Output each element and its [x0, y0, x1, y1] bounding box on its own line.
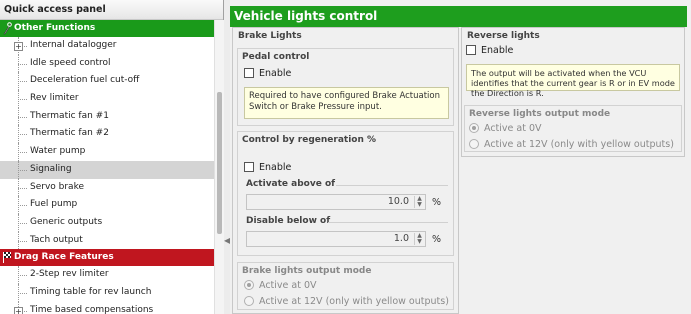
- brake-lights-title: Brake Lights: [238, 31, 302, 41]
- tree-item-label: Servo brake: [30, 181, 84, 192]
- activate-above-input[interactable]: 10.0 ▲ ▼: [246, 194, 426, 210]
- tree-item-label: Water pump: [30, 146, 86, 157]
- pedal-control-group: Pedal control Enable Required to have co…: [237, 48, 454, 126]
- tree-item-thermatic-fan-1[interactable]: Thermatic fan #1: [0, 107, 214, 126]
- tree-item-label: Thermatic fan #2: [30, 128, 109, 139]
- quick-access-title: Quick access panel: [0, 0, 223, 20]
- category-drag-race-features[interactable]: Drag Race Features: [0, 249, 214, 267]
- checkbox[interactable]: [244, 162, 254, 172]
- tree-item-water-pump[interactable]: Water pump: [0, 143, 214, 161]
- divider: [328, 222, 448, 223]
- radio-label: Active at 12V (only with yellow outputs): [484, 138, 674, 150]
- tree-item-fuel-pump[interactable]: Fuel pump: [0, 196, 214, 214]
- tree-item-label: Idle speed control: [30, 57, 111, 68]
- spinner-icon[interactable]: ▲ ▼: [414, 233, 424, 245]
- activate-unit: %: [432, 197, 442, 208]
- tree-item-rev-limiter[interactable]: Rev limiter: [0, 90, 214, 108]
- spinner-icon[interactable]: ▲ ▼: [414, 196, 424, 208]
- reverse-lights-note: The output will be activated when the VC…: [466, 64, 680, 98]
- brake-lights-section: Brake Lights Pedal control Enable Requir…: [232, 27, 459, 314]
- main-content: Brake Lights Pedal control Enable Requir…: [230, 27, 687, 314]
- regen-control-group: Control by regeneration % Enable Activat…: [237, 131, 454, 256]
- spin-down-icon[interactable]: ▼: [417, 238, 422, 245]
- function-tree: Other Functions + Internal datalogger Id…: [0, 20, 214, 314]
- radio-button[interactable]: [244, 296, 254, 306]
- reverse-mode-active-0v[interactable]: Active at 0V: [469, 121, 542, 135]
- pedal-control-title: Pedal control: [242, 52, 310, 62]
- tree-item-label: 2-Step rev limiter: [30, 269, 109, 280]
- tree-item-internal-datalogger[interactable]: + Internal datalogger: [0, 37, 214, 55]
- radio-button[interactable]: [469, 139, 479, 149]
- tree-item-label: Rev limiter: [30, 93, 79, 104]
- category-label: Other Functions: [14, 23, 96, 33]
- regen-enable[interactable]: Enable: [244, 160, 291, 174]
- disable-unit: %: [432, 234, 442, 245]
- brake-output-mode-title: Brake lights output mode: [242, 266, 372, 276]
- brake-mode-active-12v[interactable]: Active at 12V (only with yellow outputs): [244, 294, 449, 308]
- divider: [336, 185, 448, 186]
- activate-above-label: Activate above of: [246, 179, 336, 189]
- scrollbar-thumb[interactable]: [217, 92, 222, 234]
- tree-item-label: Time based compensations: [30, 304, 154, 314]
- reverse-output-mode-group: Reverse lights output mode Active at 0V …: [464, 105, 682, 152]
- spin-down-icon[interactable]: ▼: [417, 201, 422, 208]
- disable-below-input[interactable]: 1.0 ▲ ▼: [246, 231, 426, 247]
- reverse-mode-active-12v[interactable]: Active at 12V (only with yellow outputs): [469, 137, 674, 151]
- radio-label: Active at 0V: [259, 279, 317, 291]
- brake-mode-active-0v[interactable]: Active at 0V: [244, 278, 317, 292]
- tree-item-label: Fuel pump: [30, 199, 78, 210]
- checkbox[interactable]: [244, 68, 254, 78]
- tree-item-idle-speed-control[interactable]: Idle speed control: [0, 54, 214, 73]
- pedal-control-enable[interactable]: Enable: [244, 66, 291, 80]
- category-other-functions[interactable]: Other Functions: [0, 20, 214, 37]
- checkbox-label: Enable: [259, 161, 292, 173]
- expand-icon[interactable]: +: [14, 42, 23, 51]
- radio-button[interactable]: [244, 280, 254, 290]
- tree-item-signaling[interactable]: Signaling: [0, 160, 214, 179]
- tree-item-servo-brake[interactable]: Servo brake: [0, 178, 214, 197]
- wrench-icon: [2, 22, 12, 35]
- tree-item-label: Deceleration fuel cut-off: [30, 75, 140, 86]
- brake-output-mode-group: Brake lights output mode Active at 0V Ac…: [237, 262, 454, 310]
- tree-item-timing-table-rev-launch[interactable]: Timing table for rev launch: [0, 283, 214, 302]
- pedal-control-note: Required to have configured Brake Actuat…: [244, 87, 449, 119]
- expand-icon[interactable]: +: [14, 306, 23, 314]
- tree-item-label: Signaling: [30, 163, 72, 174]
- checkbox[interactable]: [466, 45, 476, 55]
- page-title: Vehicle lights control: [230, 6, 687, 27]
- tree-item-label: Internal datalogger: [30, 40, 117, 50]
- reverse-output-mode-title: Reverse lights output mode: [469, 109, 611, 119]
- tree-item-generic-outputs[interactable]: Generic outputs: [0, 213, 214, 232]
- disable-below-label: Disable below of: [246, 216, 331, 226]
- radio-label: Active at 0V: [484, 122, 542, 134]
- tree-item-2-step-rev-limiter[interactable]: 2-Step rev limiter: [0, 266, 214, 284]
- checkbox-label: Enable: [481, 44, 514, 56]
- tree-item-deceleration-fuel-cut-off[interactable]: Deceleration fuel cut-off: [0, 72, 214, 90]
- tree-item-tach-output[interactable]: Tach output: [0, 231, 214, 250]
- tree-item-label: Generic outputs: [30, 216, 103, 227]
- tree-scrollbar[interactable]: [214, 20, 224, 314]
- checkbox-label: Enable: [259, 67, 292, 79]
- input-value: 1.0: [393, 233, 409, 244]
- tree-item-time-based-compensations[interactable]: + Time based compensations: [0, 301, 214, 314]
- reverse-lights-title: Reverse lights: [467, 31, 540, 41]
- reverse-lights-enable[interactable]: Enable: [466, 43, 513, 57]
- tree-item-label: Thermatic fan #1: [30, 110, 109, 121]
- tree-item-thermatic-fan-2[interactable]: Thermatic fan #2: [0, 125, 214, 143]
- category-label: Drag Race Features: [14, 252, 114, 263]
- reverse-lights-section: Reverse lights Enable The output will be…: [461, 27, 685, 157]
- input-value: 10.0: [387, 196, 409, 207]
- flag-icon: [2, 251, 12, 264]
- radio-button[interactable]: [469, 123, 479, 133]
- tree-item-label: Timing table for rev launch: [30, 286, 152, 297]
- regen-control-title: Control by regeneration %: [242, 135, 377, 145]
- quick-access-panel: Quick access panel Other Functions + Int…: [0, 0, 224, 314]
- tree-item-label: Tach output: [30, 234, 83, 245]
- radio-label: Active at 12V (only with yellow outputs): [259, 295, 449, 307]
